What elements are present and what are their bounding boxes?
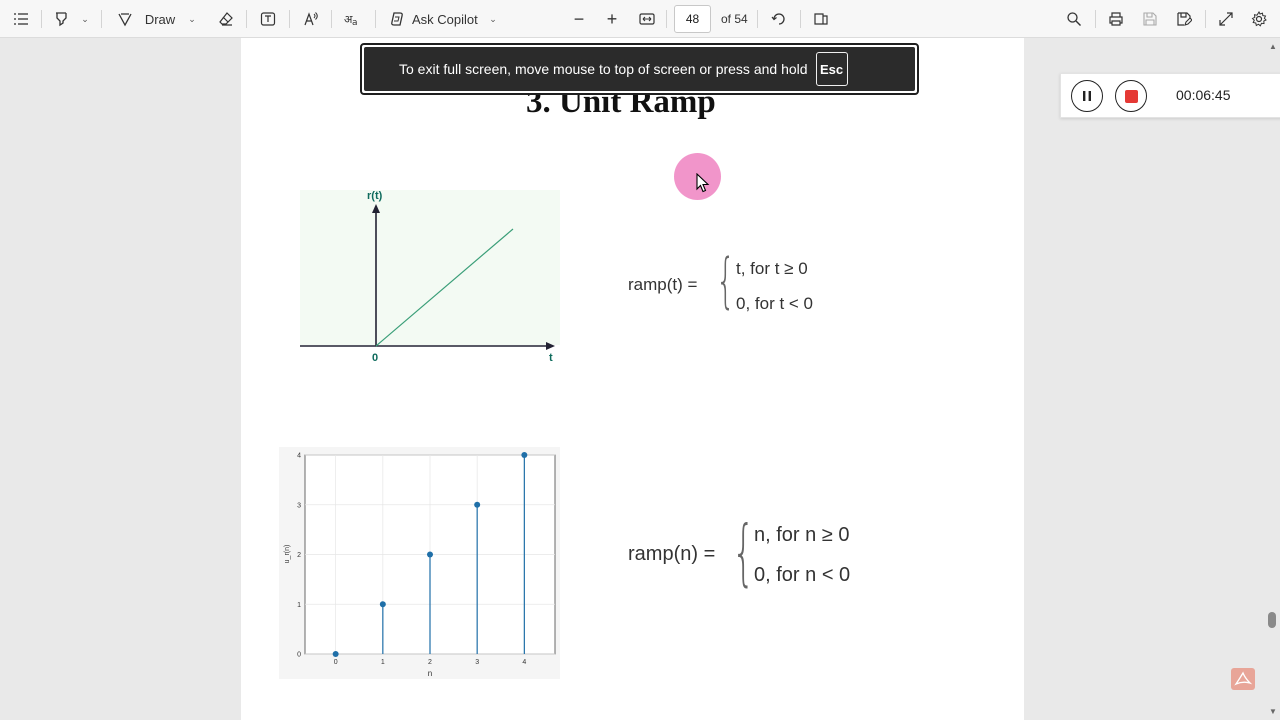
recording-timer: 00:06:45 [1176,87,1231,103]
scroll-down-icon[interactable]: ▼ [1269,707,1277,716]
y-tick-label: 4 [297,453,301,460]
ask-copilot-button[interactable]: Ask Copilot [412,0,482,38]
graph-x-label: t [549,352,553,364]
graph-origin-label: 0 [372,352,378,364]
y-tick-label: 1 [297,602,301,609]
stop-icon [1124,89,1138,103]
fit-width-icon[interactable] [636,0,658,38]
stem-point [332,651,339,657]
save-as-icon[interactable] [1173,0,1195,38]
x-tick-label: 4 [522,659,526,666]
pdf-toolbar: ⌄ Draw ⌄ अa Ask Copilot ⌄ − + 48 of 54 [0,0,1280,38]
exit-fullscreen-icon[interactable] [1215,0,1237,38]
graph-background [300,190,560,345]
y-tick-label: 2 [297,552,301,559]
save-icon[interactable] [1139,0,1161,38]
pause-icon [1083,91,1091,101]
stem-point [521,452,528,458]
page-number-input[interactable]: 48 [674,5,711,33]
discrete-ramp-stem-chart: 0 1 2 3 4 0 1 2 3 4 n u_r(n) [279,447,560,679]
copilot-chevron-down-icon[interactable]: ⌄ [486,0,500,38]
draw-icon[interactable] [114,0,136,38]
graph-y-label: r(t) [367,190,383,202]
search-icon[interactable] [1063,0,1085,38]
text-box-icon[interactable] [257,0,279,38]
y-tick-label: 3 [297,502,301,509]
read-aloud-icon[interactable] [300,0,322,38]
ramp-n-case2: 0, for n < 0 [754,564,851,586]
ramp-n-lhs: ramp(n) = [628,543,716,565]
screen-recorder-widget: 00:06:45 [1060,73,1280,118]
svg-text:a: a [352,18,358,27]
rotate-icon[interactable] [768,0,790,38]
eraser-icon[interactable] [215,0,237,38]
print-icon[interactable] [1105,0,1127,38]
stem-point [427,551,433,558]
translate-icon[interactable]: अa [341,0,363,38]
ramp-t-case1: t, for t ≥ 0 [736,259,808,278]
ramp-n-brace: { [732,510,755,594]
draw-chevron-down-icon[interactable]: ⌄ [185,0,199,38]
settings-gear-icon[interactable] [1248,0,1270,38]
copilot-icon[interactable] [386,0,408,38]
acrobat-app-icon[interactable] [1231,668,1255,690]
stop-button[interactable] [1115,80,1147,112]
stem-x-label: n [428,669,432,678]
ramp-t-case2: 0, for t < 0 [736,294,814,313]
highlight-icon[interactable] [50,0,72,38]
mouse-cursor-icon [696,173,710,193]
zoom-out-icon[interactable]: − [568,0,590,38]
table-of-contents-icon[interactable] [10,0,32,38]
x-tick-label: 0 [334,659,338,666]
stem-point [474,501,481,508]
highlight-chevron-down-icon[interactable]: ⌄ [78,0,92,38]
banner-text: To exit full screen, move mouse to top o… [399,61,808,77]
pause-button[interactable] [1071,80,1103,112]
scroll-up-icon[interactable]: ▲ [1269,42,1277,51]
y-tick-label: 0 [297,652,301,659]
draw-button[interactable]: Draw [140,0,180,38]
page-view-icon[interactable] [810,0,832,38]
ramp-t-brace: { [716,246,736,316]
ramp-t-lhs: ramp(t) = [628,275,698,294]
x-tick-label: 3 [475,659,479,666]
x-tick-label: 1 [381,659,385,666]
zoom-in-icon[interactable]: + [601,0,623,38]
ramp-n-case1: n, for n ≥ 0 [754,524,850,546]
esc-key-badge: Esc [815,52,848,86]
fullscreen-exit-banner: To exit full screen, move mouse to top o… [360,43,919,95]
continuous-ramp-graph: r(t) 0 t [300,190,560,364]
stem-point [379,601,386,608]
page-total-label: of 54 [721,12,748,26]
stem-y-label: u_r(n) [284,545,291,564]
scrollbar-thumb[interactable] [1268,612,1276,628]
x-tick-label: 2 [428,659,432,666]
